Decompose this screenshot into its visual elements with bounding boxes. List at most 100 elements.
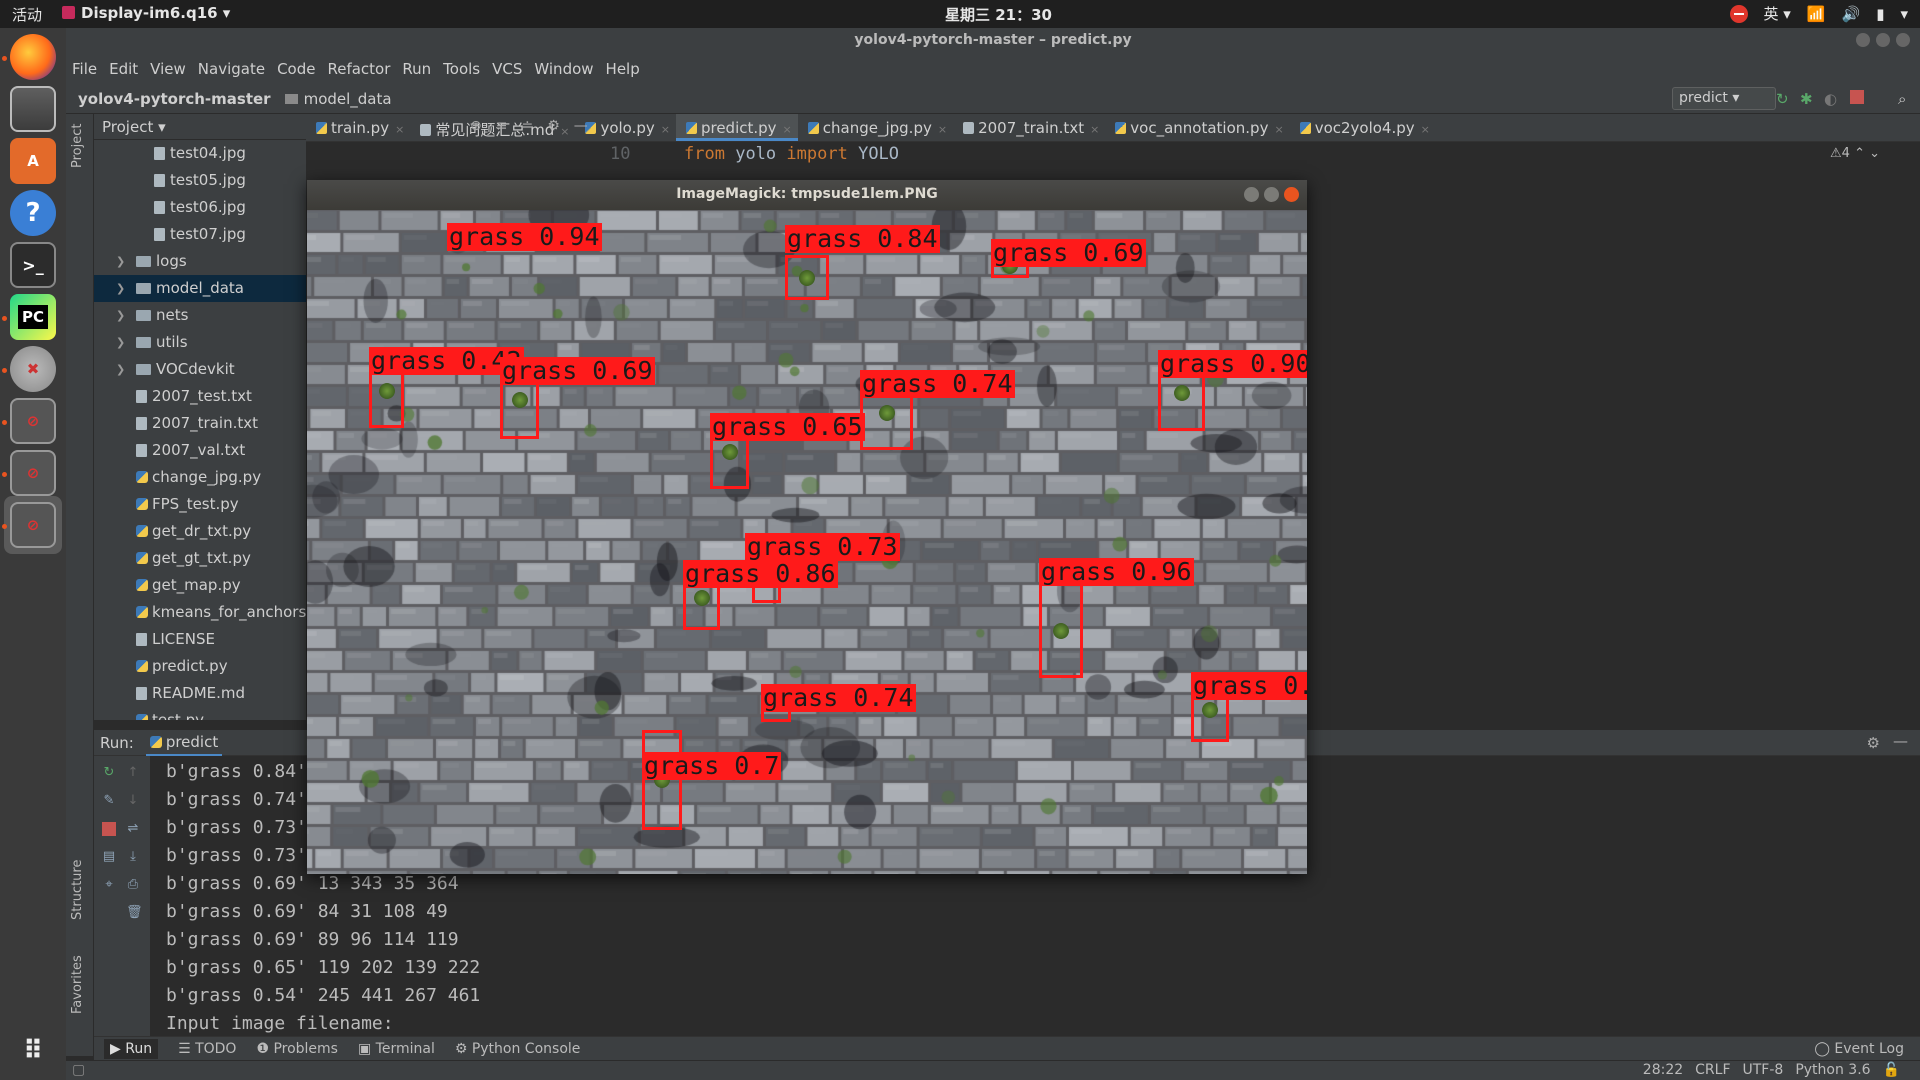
layout-toggle-icon[interactable]: ▢ xyxy=(72,1062,85,1078)
minimize-button[interactable] xyxy=(1244,187,1259,202)
minimize-button[interactable] xyxy=(1856,33,1870,47)
inspection-warnings[interactable]: ⚠4 ⌃ ⌄ xyxy=(1830,146,1880,161)
tree-item[interactable]: test.py xyxy=(94,707,306,720)
menu-refactor[interactable]: Refactor xyxy=(327,60,390,78)
tree-item[interactable]: 2007_train.txt xyxy=(94,410,306,437)
menu-view[interactable]: View xyxy=(150,60,186,78)
chevron-right-icon[interactable]: ❯ xyxy=(116,248,125,275)
expand-all-icon[interactable]: ≡ xyxy=(496,118,508,134)
tree-item[interactable]: ❯ utils xyxy=(94,329,306,356)
menu-tools[interactable]: Tools xyxy=(443,60,480,78)
input-method[interactable]: 英 ▾ xyxy=(1764,3,1791,24)
rerun-icon[interactable]: ↻ xyxy=(1776,90,1790,108)
tree-item[interactable]: ❯ model_data xyxy=(94,275,306,302)
blocked-app-icon[interactable]: ⊘ xyxy=(10,450,56,496)
editor-tab[interactable]: predict.py × xyxy=(675,114,798,141)
clock[interactable]: 星期三 21：30 xyxy=(945,4,1052,25)
stop-icon[interactable] xyxy=(1850,90,1864,104)
tab-python-console[interactable]: ⚙ Python Console xyxy=(455,1041,581,1057)
chevron-right-icon[interactable]: ❯ xyxy=(116,356,125,383)
scroll-to-end-icon[interactable]: ⤓ xyxy=(126,850,140,864)
lock-icon[interactable]: 🔓 xyxy=(1883,1062,1900,1078)
up-arrow-icon[interactable]: ↑ xyxy=(126,766,140,780)
chevron-right-icon[interactable]: ❯ xyxy=(116,275,125,302)
close-tab-icon[interactable]: × xyxy=(938,123,947,136)
tree-item[interactable]: get_gt_txt.py xyxy=(94,545,306,572)
soft-wrap-icon[interactable]: ⇌ xyxy=(126,822,140,836)
editor-tab[interactable]: 2007_train.txt × xyxy=(953,114,1105,141)
tree-item[interactable]: README.md xyxy=(94,680,306,707)
project-tool-tab[interactable]: Project xyxy=(70,124,85,168)
tree-item[interactable]: predict.py xyxy=(94,653,306,680)
print-icon[interactable]: ⎙ xyxy=(126,878,140,892)
menu-edit[interactable]: Edit xyxy=(109,60,138,78)
menu-file[interactable]: File xyxy=(72,60,97,78)
close-tab-icon[interactable]: × xyxy=(661,123,670,136)
close-tab-icon[interactable]: × xyxy=(1421,123,1430,136)
editor-tab[interactable]: yolo.py × xyxy=(575,114,676,141)
image-window-title-bar[interactable]: ImageMagick: tmpsude1lem.PNG xyxy=(307,180,1307,210)
locate-icon[interactable]: ⊕ xyxy=(470,118,482,134)
file-encoding[interactable]: UTF-8 xyxy=(1743,1062,1784,1078)
down-arrow-icon[interactable]: ↓ xyxy=(126,794,140,808)
close-tab-icon[interactable]: × xyxy=(395,123,404,136)
help-icon[interactable]: ? xyxy=(10,190,56,236)
wrench-icon[interactable]: ✎ xyxy=(102,794,116,808)
favorites-tool-tab[interactable]: Favorites xyxy=(70,955,85,1014)
chevron-right-icon[interactable]: ❯ xyxy=(116,329,125,356)
tree-item[interactable]: kmeans_for_anchors.py xyxy=(94,599,306,626)
tree-item[interactable]: get_dr_txt.py xyxy=(94,518,306,545)
imagemagick-window[interactable]: ImageMagick: tmpsude1lem.PNG grass 0.94 g… xyxy=(307,180,1307,874)
structure-tool-tab[interactable]: Structure xyxy=(70,860,85,920)
stop-icon[interactable] xyxy=(102,822,116,836)
blocked-app-icon[interactable]: ⊘ xyxy=(10,398,56,444)
volume-icon[interactable]: 🔊 xyxy=(1842,5,1861,23)
close-tab-icon[interactable]: × xyxy=(1274,123,1283,136)
menu-window[interactable]: Window xyxy=(534,60,593,78)
chevron-right-icon[interactable]: ❯ xyxy=(116,302,125,329)
menu-vcs[interactable]: VCS xyxy=(492,60,522,78)
tab-terminal[interactable]: ▣ Terminal xyxy=(358,1041,435,1057)
layout-icon[interactable]: ▤ xyxy=(102,850,116,864)
pin-icon[interactable]: ⌖ xyxy=(102,878,116,892)
breadcrumb-project[interactable]: yolov4-pytorch-master xyxy=(78,90,271,108)
event-log-button[interactable]: ◯ Event Log xyxy=(1814,1041,1904,1057)
editor-tab[interactable]: voc2yolo4.py × xyxy=(1290,114,1436,141)
hide-icon[interactable]: — xyxy=(1893,732,1908,750)
rerun-icon[interactable]: ↻ xyxy=(102,766,116,780)
tab-todo[interactable]: ☰ TODO xyxy=(178,1041,236,1057)
battery-icon[interactable]: ▮ xyxy=(1876,5,1884,23)
editor-tab[interactable]: voc_annotation.py × xyxy=(1105,114,1289,141)
software-center-icon[interactable]: A xyxy=(10,138,56,184)
debug-icon[interactable]: ✱ xyxy=(1800,90,1814,108)
close-tab-icon[interactable]: × xyxy=(783,123,792,136)
tree-item[interactable]: ❯ VOCdevkit xyxy=(94,356,306,383)
search-icon[interactable]: ⌕ xyxy=(1898,90,1912,108)
close-tab-icon[interactable]: × xyxy=(1090,123,1099,136)
menu-navigate[interactable]: Navigate xyxy=(198,60,265,78)
coverage-icon[interactable]: ◐ xyxy=(1824,90,1838,108)
gear-icon[interactable]: ⚙ xyxy=(547,118,560,134)
cursor-position[interactable]: 28:22 xyxy=(1643,1062,1683,1078)
collapse-all-icon[interactable]: ≐ xyxy=(521,118,533,134)
hide-icon[interactable]: — xyxy=(574,118,588,134)
menu-help[interactable]: Help xyxy=(606,60,640,78)
python-interpreter[interactable]: Python 3.6 xyxy=(1795,1062,1870,1078)
trash-icon[interactable]: 🗑 xyxy=(126,906,143,920)
close-button[interactable] xyxy=(1896,33,1910,47)
line-separator[interactable]: CRLF xyxy=(1695,1062,1730,1078)
imagemagick-app-icon[interactable]: ⊘ xyxy=(4,496,62,554)
maximize-button[interactable] xyxy=(1876,33,1890,47)
no-entry-icon[interactable] xyxy=(1729,4,1748,23)
terminal-icon[interactable]: >_ xyxy=(10,242,56,288)
tree-item[interactable]: test05.jpg xyxy=(94,167,306,194)
tree-item[interactable]: test04.jpg xyxy=(94,140,306,167)
tree-item[interactable]: FPS_test.py xyxy=(94,491,306,518)
tree-item[interactable]: get_map.py xyxy=(94,572,306,599)
project-view-select[interactable]: Project ▾ xyxy=(102,118,166,136)
gear-icon[interactable]: ⚙ xyxy=(1867,734,1880,752)
tree-item[interactable]: test07.jpg xyxy=(94,221,306,248)
close-button[interactable] xyxy=(1284,187,1299,202)
menu-run[interactable]: Run xyxy=(402,60,431,78)
show-applications-icon[interactable]: ⠿ xyxy=(10,1028,56,1074)
